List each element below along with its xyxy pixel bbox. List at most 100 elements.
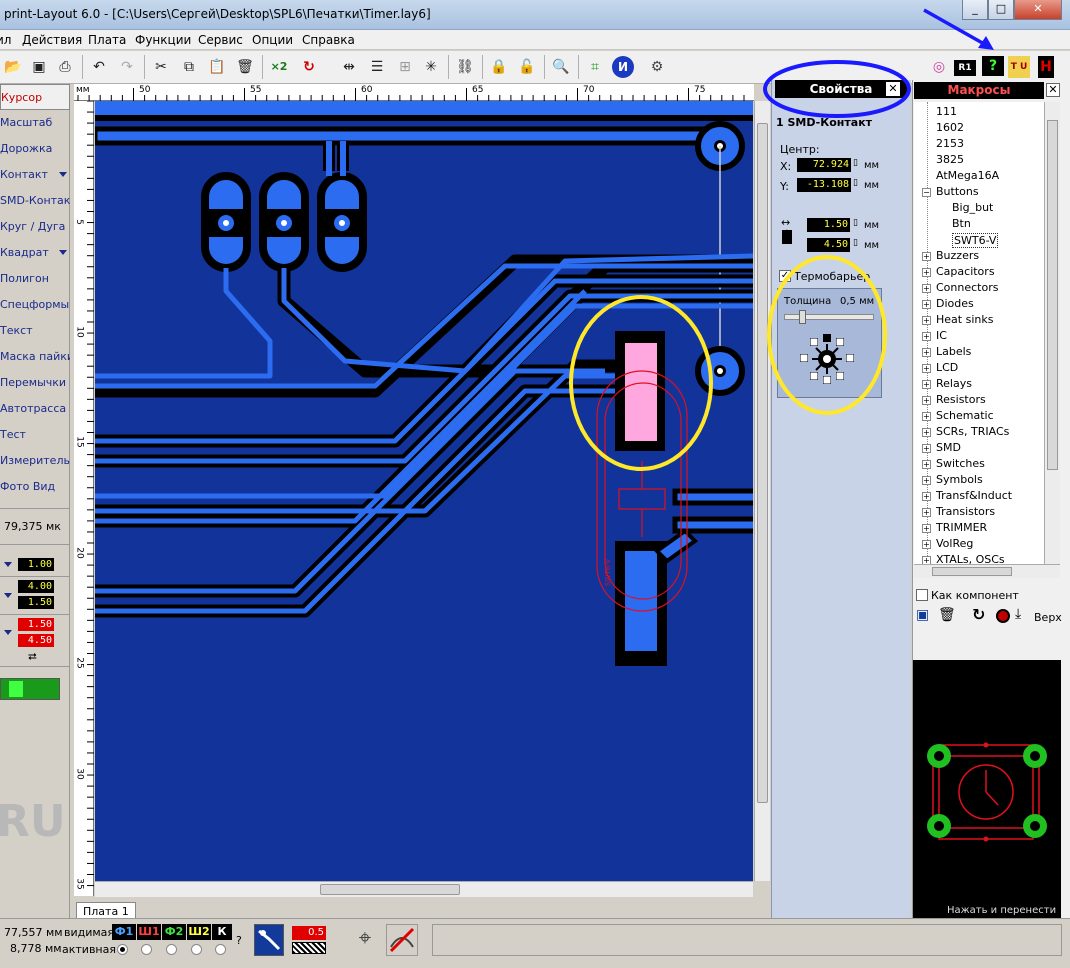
expand-icon[interactable]: + [922, 348, 931, 357]
macro-tree-item[interactable]: Btn [952, 217, 971, 230]
expand-icon[interactable]: + [922, 556, 931, 564]
mirror-icon[interactable]: ⇹ [338, 56, 360, 78]
zoom-step-value[interactable]: 0.5 [292, 926, 326, 940]
menu-help[interactable]: Справка [302, 33, 355, 47]
open-icon[interactable]: 📂 [2, 56, 24, 78]
cut-icon[interactable]: ✂ [150, 56, 172, 78]
tool-button[interactable]: Спецформы [0, 292, 70, 318]
width-spin-icon[interactable]: ▯ [853, 218, 858, 228]
tool-button[interactable]: Измеритель [0, 448, 70, 474]
as-component-checkbox[interactable] [916, 589, 928, 601]
macro-tree-item[interactable]: Buzzers [936, 249, 979, 262]
macro-import-icon[interactable]: ⤓ [1015, 606, 1021, 622]
paste-icon[interactable]: 📋 [206, 56, 228, 78]
layer-help-button[interactable]: ? [236, 934, 242, 947]
macro-tree-item[interactable]: 2153 [936, 137, 964, 150]
tool-button[interactable]: Круг / Дуга [0, 214, 70, 240]
swap-icon[interactable]: ⮂ [28, 650, 37, 664]
expand-icon[interactable]: + [922, 300, 931, 309]
pad-outer-value[interactable]: 4.00 [18, 580, 54, 593]
y-spin-icon[interactable]: ▯ [853, 178, 858, 188]
x-coordinate-input[interactable]: 72.924 [797, 158, 851, 172]
snap-icon[interactable]: ✳ [420, 56, 442, 78]
smd-width-value[interactable]: 1.50 [18, 618, 54, 631]
pcb-canvas[interactable]: SWT6-V [95, 101, 753, 881]
save-icon[interactable]: ▣ [28, 56, 50, 78]
macro-tree-item[interactable]: LCD [936, 361, 958, 374]
expand-icon[interactable]: + [922, 492, 931, 501]
track-width-value[interactable]: 1.00 [18, 558, 54, 571]
dropdown-arrow-icon[interactable] [59, 250, 67, 255]
menu-functions[interactable]: Функции [135, 33, 191, 47]
tool-button[interactable]: Фото Вид [0, 474, 70, 500]
layer-color-bar[interactable] [0, 678, 60, 700]
macro-tree-item[interactable]: Connectors [936, 281, 998, 294]
vscroll-thumb[interactable] [757, 123, 768, 803]
expand-icon[interactable]: + [922, 380, 931, 389]
smd-height-value[interactable]: 4.50 [18, 634, 54, 647]
expand-icon[interactable]: + [922, 428, 931, 437]
unlock-icon[interactable]: 🔓 [516, 56, 538, 78]
group-icon[interactable]: ⊞ [394, 56, 416, 78]
expand-icon[interactable]: + [922, 540, 931, 549]
tool-button[interactable]: Маска пайки [0, 344, 70, 370]
lock-icon[interactable]: 🔒 [488, 56, 510, 78]
gear-icon[interactable]: ⚙ [646, 56, 668, 78]
macro-tree-item[interactable]: Labels [936, 345, 971, 358]
redo-icon[interactable]: ↷ [116, 56, 138, 78]
zoom-icon[interactable]: 🔍 [550, 56, 572, 78]
macro-tree-item[interactable]: 1602 [936, 121, 964, 134]
expand-icon[interactable]: + [922, 268, 931, 277]
expand-icon[interactable]: + [922, 396, 931, 405]
delete-icon[interactable]: 🗑 [234, 56, 256, 78]
macro-tree-item[interactable]: Switches [936, 457, 985, 470]
crosshair-button[interactable]: ⌖ [350, 924, 380, 956]
macro-tree-item[interactable]: SCRs, TRIACs [936, 425, 1009, 438]
expand-icon[interactable]: + [922, 252, 931, 261]
layer-sh1-button[interactable]: Ш1 [137, 924, 161, 940]
tool-button[interactable]: Контакт [0, 162, 70, 188]
multiply-icon[interactable]: ×2 [268, 56, 290, 78]
pad-inner-value[interactable]: 1.50 [18, 596, 54, 609]
macro-tree-scrollbar[interactable] [1044, 102, 1060, 564]
expand-icon[interactable]: + [922, 364, 931, 373]
macro-save-icon[interactable]: ▣ [916, 607, 929, 623]
macro-tree-item[interactable]: TRIMMER [936, 521, 987, 534]
no-connect-button[interactable] [386, 924, 418, 956]
tool-button[interactable]: SMD-Контакт [0, 188, 70, 214]
macro-tree-item[interactable]: VolReg [936, 537, 973, 550]
tool-button[interactable]: Квадрат [0, 240, 70, 266]
layer-k-button[interactable]: К [212, 924, 232, 940]
macro-tree-item[interactable]: Heat sinks [936, 313, 993, 326]
tool-button[interactable]: Текст [0, 318, 70, 344]
tool-button[interactable]: Курсор [0, 84, 70, 110]
expand-icon[interactable]: + [922, 412, 931, 421]
macro-tree-item[interactable]: IC [936, 329, 947, 342]
macro-tree-item[interactable]: Capacitors [936, 265, 995, 278]
expand-icon[interactable]: + [922, 508, 931, 517]
horizontal-scrollbar[interactable] [95, 881, 753, 897]
tool-button[interactable]: Дорожка [0, 136, 70, 162]
align-icon[interactable]: ☰ [366, 56, 388, 78]
vertical-scrollbar[interactable] [754, 101, 770, 881]
tool-button[interactable]: Полигон [0, 266, 70, 292]
collapse-icon[interactable]: − [922, 188, 931, 197]
menu-options[interactable]: Опции [252, 33, 293, 47]
layer-f1-button[interactable]: Ф1 [112, 924, 136, 940]
macro-tree-item[interactable]: SMD [936, 441, 961, 454]
layer-f1-radio[interactable] [117, 944, 128, 955]
smd-width-input[interactable]: 1.50 [807, 218, 850, 232]
expand-icon[interactable]: + [922, 316, 931, 325]
macro-tree[interactable]: 111 1602 2153 3825 AtMega16A − Buttons Big_but B… [914, 102, 1044, 564]
copy-icon[interactable]: ⧉ [178, 56, 200, 78]
tool-button[interactable]: Масштаб [0, 110, 70, 136]
menu-file[interactable]: ил [0, 33, 11, 47]
macro-tree-item[interactable]: AtMega16A [936, 169, 999, 182]
macro-tree-item[interactable]: SWT6-V [952, 233, 999, 248]
macro-preview[interactable]: Нажать и перенести [913, 660, 1061, 918]
layer-f2-radio[interactable] [166, 944, 177, 955]
menu-actions[interactable]: Действия [22, 33, 82, 47]
expand-icon[interactable]: + [922, 476, 931, 485]
tool-button[interactable]: Автотрасса [0, 396, 70, 422]
hscroll-thumb[interactable] [320, 884, 460, 895]
